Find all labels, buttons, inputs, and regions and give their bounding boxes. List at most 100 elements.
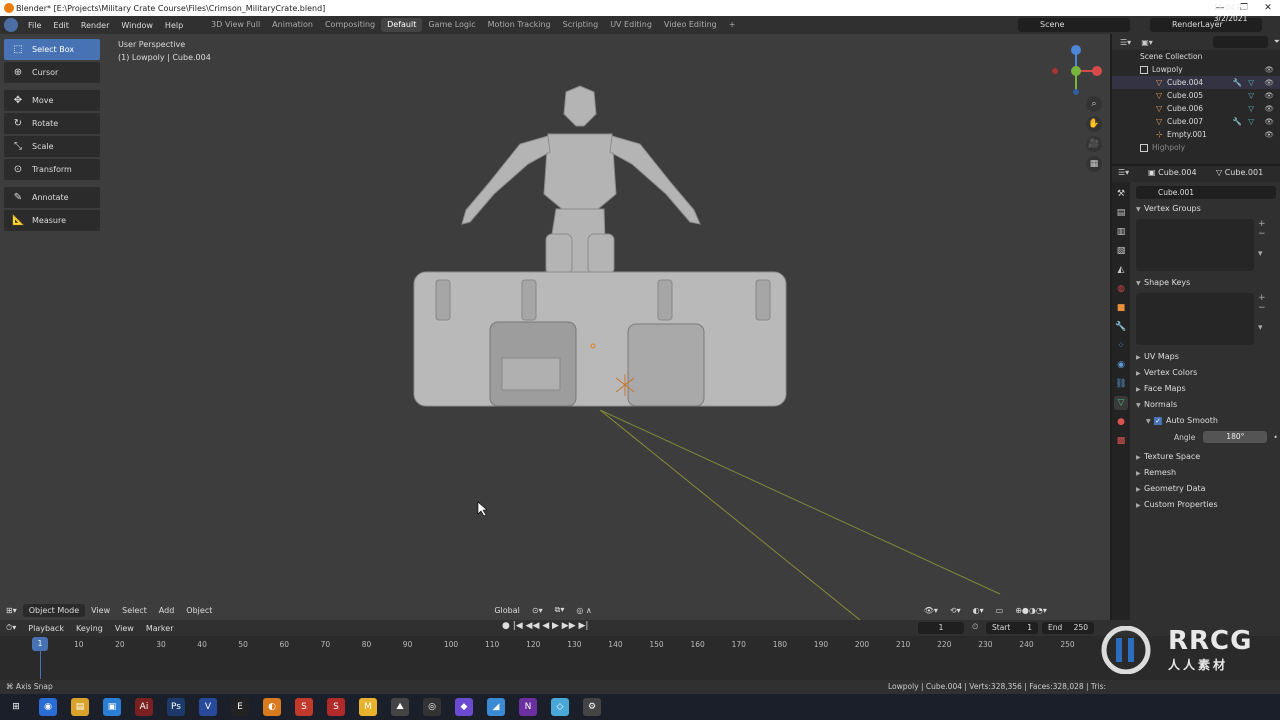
taskbar-app-icon[interactable]: S (295, 698, 313, 716)
scene-tab-icon[interactable]: ◭ (1114, 263, 1128, 277)
gizmo-toggle-icon[interactable]: ⟲▾ (944, 606, 967, 615)
taskbar-app-icon[interactable]: ◢ (487, 698, 505, 716)
menu-add[interactable]: Add (153, 606, 181, 615)
wrench-icon[interactable]: 🔧 (1233, 115, 1242, 128)
tool-cursor[interactable]: ⊕ Cursor (4, 62, 100, 83)
eye-icon[interactable]: 👁 (1264, 115, 1274, 128)
panel-uv-maps[interactable]: ▶ UV Maps (1132, 349, 1280, 365)
menu-file[interactable]: File (22, 21, 47, 30)
object-tab-icon[interactable]: ■ (1114, 301, 1128, 315)
auto-smooth-checkbox[interactable]: ✓ (1154, 417, 1162, 425)
eye-icon[interactable]: 👁 (1264, 102, 1274, 115)
constraints-tab-icon[interactable]: ⛓ (1114, 377, 1128, 391)
shading-mode-icons[interactable]: ⊕●◑◔▾ (1009, 606, 1053, 615)
menu-view[interactable]: View (85, 606, 116, 615)
proportional-edit-icon[interactable]: ◎ ∧ (570, 606, 597, 615)
outliner-row-cube-004[interactable]: ▽ Cube.004 🔧 ▽ 👁 (1112, 76, 1280, 89)
panel-geometry-data[interactable]: ▶ Geometry Data (1132, 481, 1280, 497)
taskbar-app-icon[interactable]: Ai (135, 698, 153, 716)
taskbar-app-icon[interactable]: ⛰ (391, 698, 409, 716)
mesh-data-icon[interactable]: ▽ (1248, 102, 1254, 115)
editor-type-icon[interactable]: ⊞▾ (0, 606, 23, 615)
tool-select-box[interactable]: ⬚ Select Box (4, 39, 100, 60)
tab-video-editing[interactable]: Video Editing (658, 18, 723, 32)
panel-vertex-groups[interactable]: ▼ Vertex Groups (1132, 201, 1280, 217)
taskbar-app-icon[interactable]: ▤ (71, 698, 89, 716)
blender-menu-icon[interactable] (4, 18, 18, 32)
menu-keying[interactable]: Keying (70, 624, 109, 633)
navigation-gizmo[interactable] (1045, 38, 1105, 98)
eye-icon[interactable]: 👁 (1264, 63, 1274, 76)
mesh-data-icon[interactable]: ▽ (1248, 89, 1254, 102)
panel-shape-keys[interactable]: ▼ Shape Keys (1132, 275, 1280, 291)
outliner-row-empty-001[interactable]: ⊹ Empty.001 👁 (1112, 128, 1280, 141)
outliner-editor-icon[interactable]: ☰▾ (1120, 38, 1131, 47)
tab-game-logic[interactable]: Game Logic (422, 18, 481, 32)
panel-face-maps[interactable]: ▶ Face Maps (1132, 381, 1280, 397)
vertex-groups-list[interactable]: + − ▾ (1136, 219, 1266, 271)
menu-window[interactable]: Window (115, 21, 159, 30)
visibility-icon[interactable]: 👁▾ (918, 606, 944, 615)
display-mode-icon[interactable]: ▣▾ (1141, 38, 1153, 47)
system-clock[interactable]: 11:04 PM 3/2/2021 (1213, 2, 1248, 24)
auto-smooth-row[interactable]: ▼ ✓ Auto Smooth (1132, 413, 1280, 429)
panel-custom-properties[interactable]: ▶ Custom Properties (1132, 497, 1280, 513)
zoom-icon[interactable]: ⌕ (1086, 96, 1102, 112)
windows-start-icon[interactable]: ⊞ (7, 698, 25, 716)
playhead[interactable]: 1 (32, 637, 48, 651)
mode-selector[interactable]: Object Mode (22, 603, 86, 617)
list-add-icon[interactable]: + − ▾ (1258, 219, 1268, 259)
tab-3d-view-full[interactable]: 3D View Full (205, 18, 266, 32)
panel-remesh[interactable]: ▶ Remesh (1132, 465, 1280, 481)
mesh-data-icon[interactable]: ▽ (1248, 76, 1254, 89)
tool-scale[interactable]: ⤡ Scale (4, 136, 100, 157)
properties-editor-icon[interactable]: ☰▾ (1118, 168, 1129, 177)
mesh-data-icon[interactable]: ▽ (1248, 115, 1254, 128)
taskbar-app-icon[interactable]: N (519, 698, 537, 716)
menu-render[interactable]: Render (75, 21, 115, 30)
taskbar-app-icon[interactable]: M (359, 698, 377, 716)
shape-keys-list[interactable]: + − ▾ (1136, 293, 1266, 345)
overlay-toggle-icon[interactable]: ◐▾ (967, 606, 990, 615)
tool-transform[interactable]: ⊙ Transform (4, 159, 100, 180)
mesh-data-tab-icon[interactable]: ▽ (1114, 396, 1128, 410)
outliner-row-cube-005[interactable]: ▽ Cube.005 ▽ 👁 (1112, 89, 1280, 102)
eye-icon[interactable]: 👁 (1264, 76, 1274, 89)
view-layer-tab-icon[interactable]: ▧ (1114, 244, 1128, 258)
tab-scripting[interactable]: Scripting (557, 18, 605, 32)
tool-rotate[interactable]: ↻ Rotate (4, 113, 100, 134)
tab-uv-editing[interactable]: UV Editing (604, 18, 658, 32)
tool-move[interactable]: ✥ Move (4, 90, 100, 111)
wrench-icon[interactable]: 🔧 (1233, 76, 1242, 89)
add-workspace-button[interactable]: + (723, 18, 742, 32)
eye-icon[interactable]: 👁 (1264, 89, 1274, 102)
material-tab-icon[interactable]: ● (1114, 415, 1128, 429)
menu-timeline-view[interactable]: View (109, 624, 140, 633)
panel-texture-space[interactable]: ▶ Texture Space (1132, 449, 1280, 465)
physics-tab-icon[interactable]: ◉ (1114, 358, 1128, 372)
scene-selector[interactable]: Scene (1018, 18, 1130, 32)
menu-object[interactable]: Object (180, 606, 218, 615)
outliner-search-input[interactable] (1212, 36, 1268, 48)
outliner-row-highpoly[interactable]: Highpoly (1112, 141, 1280, 154)
current-frame-field[interactable]: 1 (918, 622, 964, 634)
tab-compositing[interactable]: Compositing (319, 18, 381, 32)
menu-edit[interactable]: Edit (47, 21, 75, 30)
clock-icon[interactable]: ⏲ (972, 622, 978, 632)
3d-viewport[interactable]: User Perspective (1) Lowpoly | Cube.004 … (0, 34, 1110, 620)
modifier-tab-icon[interactable]: 🔧 (1114, 320, 1128, 334)
particles-tab-icon[interactable]: ⁘ (1114, 339, 1128, 353)
mesh-name-field[interactable]: Cube.001 (1136, 186, 1276, 199)
taskbar-app-icon[interactable]: ⚙ (583, 698, 601, 716)
pan-hand-icon[interactable]: ✋ (1086, 116, 1102, 132)
taskbar-app-icon[interactable]: ◎ (423, 698, 441, 716)
ortho-grid-icon[interactable]: ▦ (1086, 156, 1102, 172)
keyframe-dot-icon[interactable]: • (1273, 433, 1277, 442)
outliner-row-lowpoly[interactable]: Lowpoly 👁 (1112, 63, 1280, 76)
tab-motion-tracking[interactable]: Motion Tracking (482, 18, 557, 32)
taskbar-app-icon[interactable]: ◇ (551, 698, 569, 716)
tab-default[interactable]: Default (381, 18, 423, 32)
tab-animation[interactable]: Animation (266, 18, 319, 32)
menu-help[interactable]: Help (159, 21, 189, 30)
taskbar-app-icon[interactable]: Ps (167, 698, 185, 716)
